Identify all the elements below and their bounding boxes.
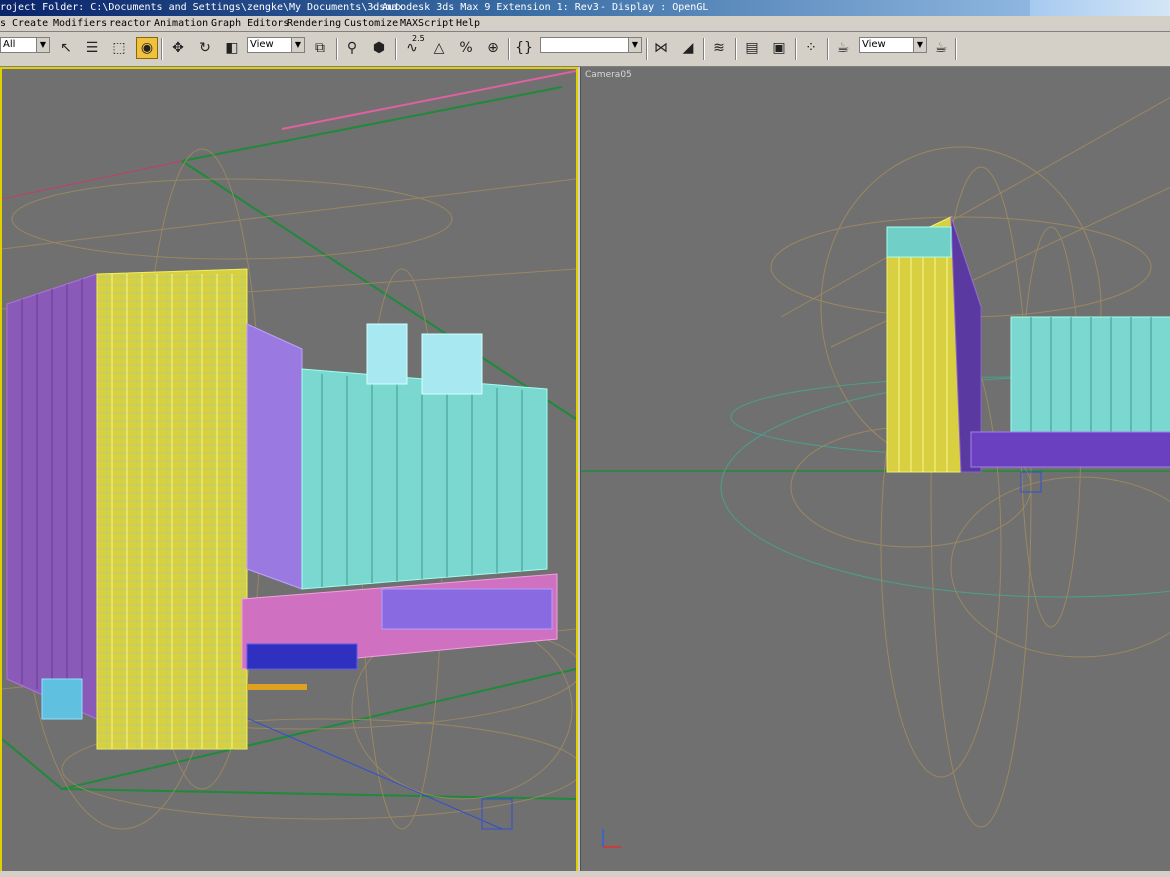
- keyboard-shortcut-icon[interactable]: ⬢: [368, 37, 390, 59]
- schematic-view-icon[interactable]: ▣: [768, 37, 790, 59]
- title-bar: roject Folder: C:\Documents and Settings…: [0, 0, 1170, 16]
- ref-coord-dropdown[interactable]: View ▼: [247, 37, 305, 53]
- snap-angle-label: 2.5: [412, 34, 425, 43]
- wireframe-scene-left: [2, 70, 576, 830]
- toolbar-separator: [795, 38, 797, 60]
- toolbar-separator: [827, 38, 829, 60]
- menu-item-help[interactable]: Help: [456, 16, 480, 31]
- curve-editor-icon[interactable]: ▤: [741, 37, 763, 59]
- toolbar-separator: [955, 38, 957, 60]
- toolbar-separator: [508, 38, 510, 60]
- select-arrow-icon[interactable]: ↖: [55, 37, 77, 59]
- align-icon[interactable]: ◢: [677, 37, 699, 59]
- wireframe-scene-right: [581, 96, 1170, 848]
- menu-item-animation[interactable]: Animation: [154, 16, 208, 31]
- window-crossing-icon[interactable]: ◉: [136, 37, 158, 59]
- title-app-name: - Autodesk 3ds Max 9 Extension 1: Rev3: [370, 2, 599, 13]
- selection-filter-value: All: [3, 39, 16, 50]
- ref-coord-value: View: [250, 39, 274, 50]
- rect-region-icon[interactable]: ⬚: [108, 37, 130, 59]
- menu-item-create[interactable]: Create: [12, 16, 48, 31]
- render-type-value: View: [862, 39, 886, 50]
- toolbar-separator: [703, 38, 705, 60]
- spinner-snap-icon[interactable]: ⊕: [482, 37, 504, 59]
- material-editor-icon[interactable]: ⁘: [800, 37, 822, 59]
- chevron-down-icon: ▼: [913, 38, 926, 52]
- percent-snap-icon[interactable]: %: [455, 37, 477, 59]
- chevron-down-icon: ▼: [36, 38, 49, 52]
- title-project-path: roject Folder: C:\Documents and Settings…: [0, 2, 404, 13]
- angle-snap-icon[interactable]: △: [428, 37, 450, 59]
- render-scene-icon[interactable]: ☕: [832, 37, 854, 59]
- layer-manager-icon[interactable]: ≋: [708, 37, 730, 59]
- rotate-icon[interactable]: ↻: [194, 37, 216, 59]
- main-toolbar: All ▼ ↖ ☰ ⬚ ◉ ✥ ↻ ◧ View ▼ ⧉ ⚲ ⬢ ∿ 2.5 △…: [0, 32, 1170, 67]
- render-type-dropdown[interactable]: View ▼: [859, 37, 927, 53]
- chevron-down-icon: ▼: [291, 38, 304, 52]
- toolbar-separator: [161, 38, 163, 60]
- menu-item-rendering[interactable]: Rendering: [287, 16, 341, 31]
- select-by-name-icon[interactable]: ☰: [81, 37, 103, 59]
- select-manipulate-icon[interactable]: ⚲: [341, 37, 363, 59]
- window-controls[interactable]: [1030, 0, 1170, 16]
- toolbar-separator: [735, 38, 737, 60]
- toolbar-separator: [336, 38, 338, 60]
- move-icon[interactable]: ✥: [167, 37, 189, 59]
- title-display-mode: - Display : OpenGL: [600, 2, 709, 13]
- scale-icon[interactable]: ◧: [221, 37, 243, 59]
- menu-item-customize[interactable]: Customize: [344, 16, 398, 31]
- menu-item-graph-editors[interactable]: Graph Editors: [211, 16, 289, 31]
- quick-render-icon[interactable]: ☕: [930, 37, 952, 59]
- selection-filter-dropdown[interactable]: All ▼: [0, 37, 50, 53]
- named-selection-dropdown[interactable]: ▼: [540, 37, 642, 53]
- viewport-perspective[interactable]: [0, 67, 578, 873]
- status-strip: [0, 871, 1170, 877]
- menu-item-s[interactable]: s: [0, 16, 6, 31]
- menu-item-reactor[interactable]: reactor: [109, 16, 151, 31]
- edit-named-sets-icon[interactable]: {}: [513, 37, 535, 59]
- chevron-down-icon: ▼: [628, 38, 641, 52]
- mirror-icon[interactable]: ⋈: [650, 37, 672, 59]
- toolbar-separator: [395, 38, 397, 60]
- toolbar-separator: [646, 38, 648, 60]
- menu-item-maxscript[interactable]: MAXScript: [400, 16, 454, 31]
- menu-item-modifiers[interactable]: Modifiers: [53, 16, 107, 31]
- pivot-icon[interactable]: ⧉: [309, 37, 331, 59]
- menu-bar: s Create Modifiers reactor Animation Gra…: [0, 16, 1170, 32]
- viewport-camera[interactable]: Camera05: [580, 67, 1170, 871]
